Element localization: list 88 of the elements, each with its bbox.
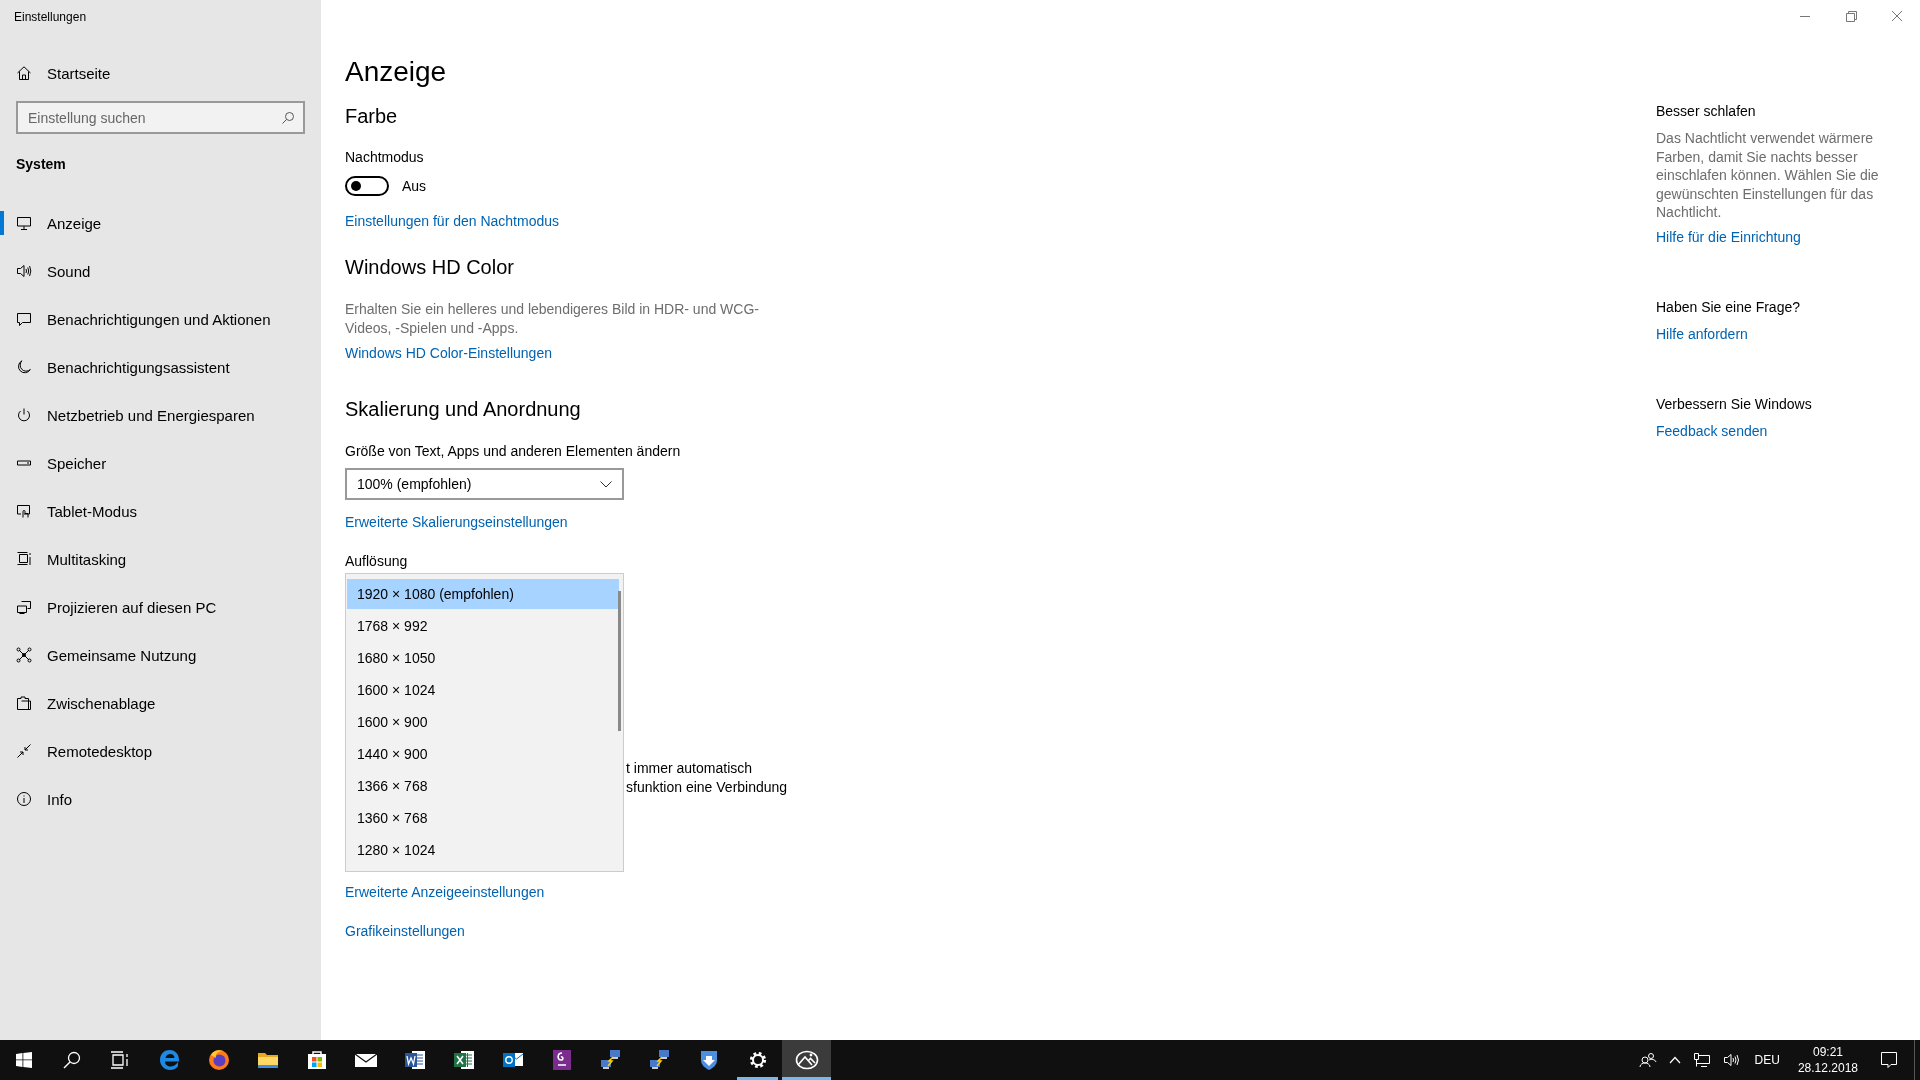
section-heading: Skalierung und Anordnung	[345, 397, 581, 422]
search-icon[interactable]	[281, 111, 295, 125]
setting-label: Auflösung	[345, 552, 408, 571]
remote-icon	[16, 743, 32, 759]
nav-item[interactable]: Zwischenablage	[0, 679, 321, 727]
aside-heading: Haben Sie eine Frage?	[1656, 297, 1800, 317]
screens-icon	[16, 599, 32, 615]
clock-time[interactable]: 09:21	[1812, 1044, 1843, 1060]
section-heading: Windows HD Color	[345, 255, 514, 280]
link[interactable]: Grafikeinstellungen	[345, 921, 465, 941]
description: Das Nachtlicht verwendet wärmere Farben, damit Sie nachts besser einschlafen können. Wählen Sie die gewünschten Einstellungen für das Nachtlicht.	[1656, 129, 1880, 222]
nav-item[interactable]: Benachrichtigungsassistent	[0, 343, 321, 391]
window-title: Einstellungen	[13, 9, 87, 25]
nav-item[interactable]: Tablet-Modus	[0, 487, 321, 535]
home-link[interactable]: Startseite	[47, 64, 111, 82]
network-computers-icon[interactable]	[647, 1048, 672, 1072]
info-icon	[16, 791, 32, 807]
task-view-icon	[110, 1051, 130, 1069]
nav-item[interactable]: Projizieren auf diesen PC	[0, 583, 321, 631]
window-layout-icon	[16, 551, 32, 567]
list-option[interactable]: 1600 × 1024	[347, 674, 619, 706]
nav-item[interactable]: Sound	[0, 247, 321, 295]
network-icon[interactable]	[1692, 1052, 1711, 1068]
page-title: Anzeige	[345, 55, 447, 89]
document-icon[interactable]	[402, 1048, 427, 1072]
clipboard-icon	[16, 695, 32, 711]
home-icon	[16, 65, 32, 81]
chevron-up-icon[interactable]	[1668, 1056, 1681, 1064]
speech-bubble-icon	[16, 311, 32, 327]
section-label: System	[15, 155, 66, 174]
running-indicator	[737, 1077, 778, 1080]
link[interactable]: Einstellungen für den Nachtmodus	[345, 211, 560, 231]
nav-item[interactable]: Multitasking	[0, 535, 321, 583]
link[interactable]: Hilfe anfordern	[1656, 323, 1748, 344]
chevron-down-icon	[600, 480, 612, 488]
link[interactable]: Erweiterte Skalierungseinstellungen	[345, 512, 568, 532]
description: Erhalten Sie ein helleres und lebendigeres Bild in HDR- und WCG-Videos, -Spielen und -Apps.	[345, 300, 760, 338]
aside-heading: Verbessern Sie Windows	[1656, 394, 1812, 414]
aside-heading: Besser schlafen	[1656, 102, 1756, 121]
dropdown[interactable]: 100% (empfohlen)	[345, 468, 624, 500]
browser-icon[interactable]	[206, 1048, 231, 1072]
notification-icon[interactable]	[1880, 1051, 1898, 1069]
nav-item[interactable]: Speicher	[0, 439, 321, 487]
list-option[interactable]: 1768 × 992	[347, 610, 619, 642]
section-heading: Farbe	[345, 104, 398, 129]
nav-item[interactable]: Info	[0, 775, 321, 823]
power-icon	[16, 407, 32, 423]
nav-item[interactable]: Anzeige	[0, 199, 321, 247]
toggle-state: Aus	[402, 178, 427, 194]
network-computers-icon[interactable]	[598, 1048, 623, 1072]
tablet-icon	[16, 503, 32, 519]
setting-label: Größe von Text, Apps und anderen Elementen ändern	[345, 442, 681, 461]
language-indicator[interactable]: DEU	[1754, 1053, 1780, 1067]
link[interactable]: Feedback senden	[1656, 420, 1768, 441]
list-option[interactable]: 1920 × 1080 (empfohlen)	[347, 579, 619, 609]
description: t immer automatisch	[626, 759, 754, 778]
list-option[interactable]: 1600 × 900	[347, 706, 619, 738]
list-option[interactable]: 1366 × 768	[347, 770, 619, 802]
nodes-icon	[16, 647, 32, 663]
windows-logo-icon	[16, 1052, 32, 1068]
toggle-switch[interactable]	[345, 176, 389, 196]
people-icon[interactable]	[1638, 1052, 1657, 1068]
spreadsheet-icon[interactable]	[451, 1048, 476, 1072]
mountain-icon	[794, 1048, 819, 1072]
running-indicator	[782, 1077, 831, 1080]
browser-icon[interactable]	[157, 1048, 182, 1072]
list-option[interactable]: 1360 × 768	[347, 802, 619, 834]
speaker-icon	[16, 263, 32, 279]
clock-date[interactable]: 28.12.2018	[1797, 1060, 1858, 1076]
link[interactable]: Erweiterte Anzeigeeinstellungen	[345, 882, 545, 902]
monitor-icon	[16, 215, 32, 231]
volume-icon[interactable]	[1722, 1052, 1741, 1068]
search-icon	[63, 1051, 81, 1069]
description: sfunktion eine Verbindung	[626, 778, 789, 797]
list-option[interactable]: 1680 × 1050	[347, 642, 619, 674]
nav-item[interactable]: Gemeinsame Nutzung	[0, 631, 321, 679]
nav-item[interactable]: Benachrichtigungen und Aktionen	[0, 295, 321, 343]
setting-label: Nachtmodus	[345, 148, 424, 167]
list-option[interactable]: 1440 × 900	[347, 738, 619, 770]
taskbar-button[interactable]	[782, 1040, 831, 1080]
moon-icon	[16, 359, 32, 375]
nav-item[interactable]: Remotedesktop	[0, 727, 321, 775]
search-field[interactable]: Einstellung suchen	[16, 101, 305, 134]
scrollbar[interactable]	[618, 591, 621, 731]
link[interactable]: Hilfe für die Einrichtung	[1656, 226, 1801, 247]
list-option[interactable]: 1280 × 1024	[347, 834, 619, 866]
nav-item[interactable]: Netzbetrieb und Energiesparen	[0, 391, 321, 439]
link[interactable]: Windows HD Color-Einstellungen	[345, 343, 552, 363]
